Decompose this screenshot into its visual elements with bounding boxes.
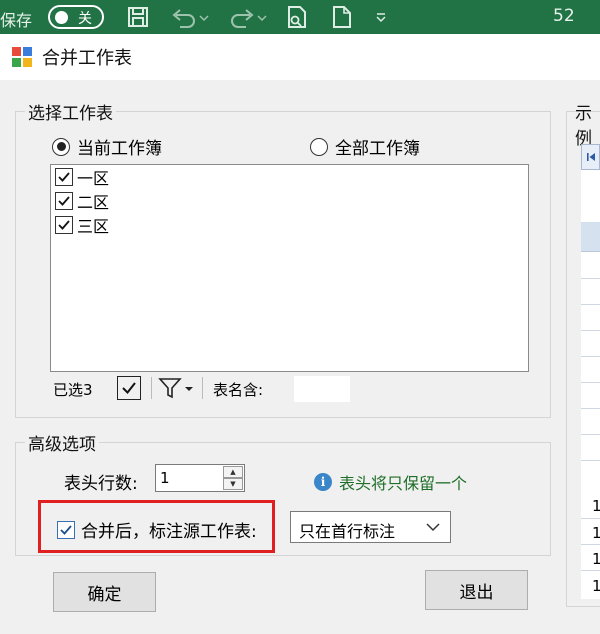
grid-line [581,304,600,305]
sheet-item-3[interactable]: 三区 [55,213,109,237]
radio-current-workbook[interactable]: 当前工作簿 [52,134,162,159]
checkbox-checked[interactable] [55,216,73,234]
filter-icon[interactable] [158,376,198,400]
header-info-note: i 表头将只保留一个 [314,470,467,494]
info-text: 表头将只保留一个 [339,474,468,493]
checkbox-checked[interactable] [55,192,73,210]
app-icon [12,47,32,67]
redo-icon[interactable] [226,4,270,30]
list-toolbar: 已选3 表名含: [50,374,529,404]
toggle-knob [55,11,68,24]
select-all-checkbox-icon[interactable] [117,376,141,400]
grid-line [581,434,600,435]
checkbox-checked[interactable] [57,520,75,539]
sheet-list[interactable]: 一区 二区 三区 [50,164,529,372]
mark-source-checkbox[interactable]: 合并后，标注源工作表: [57,517,257,542]
header-rows-stepper[interactable]: 1 ▲ ▼ [155,464,245,492]
ok-button[interactable]: 确定 [53,572,156,612]
grid-line [581,330,600,331]
name-filter-label: 表名含: [213,381,264,399]
spin-down-icon[interactable]: ▼ [223,478,243,490]
new-file-icon[interactable] [330,4,354,30]
radio-current-label: 当前工作簿 [77,139,162,159]
header-rows-value[interactable]: 1 [160,469,170,487]
dialog-title-bar: 合并工作表 [0,34,600,80]
autosave-label: 保存 [0,11,33,30]
radio-unselected-indicator [310,137,328,156]
sheet-item-1[interactable]: 一区 [55,165,109,189]
mark-mode-value: 只在首行标注 [299,522,396,541]
grid-line [581,544,600,545]
grid-cell: 1 [592,524,600,542]
grid-cell: 1 [592,550,600,568]
grid-header-row [581,222,600,252]
sheet-count: 52 [553,6,575,26]
customize-toolbar-icon[interactable] [371,4,391,30]
header-rows-label: 表头行数: [64,474,138,494]
info-icon: i [314,473,332,491]
divider [151,377,152,399]
grid-line [581,570,600,571]
mark-source-label: 合并后，标注源工作表: [81,522,257,542]
autosave-state: 关 [78,11,92,27]
sheet-label: 三区 [77,217,110,236]
dialog-title: 合并工作表 [42,48,132,69]
radio-all-workbooks[interactable]: 全部工作簿 [310,134,420,159]
excel-title-bar: 保存 关 52 [0,0,600,34]
name-filter-input[interactable] [294,376,350,402]
checkbox-checked[interactable] [55,168,73,186]
print-preview-icon[interactable] [284,4,310,30]
sheet-label: 二区 [77,193,110,212]
preview-legend: 示例 [575,104,592,149]
mark-mode-select[interactable]: 只在首行标注 [290,511,451,543]
select-sheets-legend: 选择工作表 [25,99,116,124]
sheet-item-2[interactable]: 二区 [55,189,109,213]
radio-all-label: 全部工作簿 [335,139,420,159]
save-icon[interactable] [124,4,152,30]
sheet-label: 一区 [77,169,110,188]
advanced-options-legend: 高级选项 [25,430,99,455]
autosave-toggle[interactable]: 关 [48,5,104,29]
undo-icon[interactable] [168,4,212,30]
grid-line [581,278,600,279]
grid-line [581,356,600,357]
exit-button[interactable]: 退出 [425,570,528,610]
chevron-down-icon [426,523,440,532]
grid-cell: 1 [592,577,600,595]
radio-selected-indicator [52,137,70,156]
first-page-icon[interactable] [581,144,600,170]
divider [202,377,203,399]
grid-cell: 1 [592,497,600,515]
grid-line [581,518,600,519]
selected-count: 已选3 [53,381,93,399]
grid-line [581,460,600,461]
spin-up-icon[interactable]: ▲ [223,466,243,478]
grid-line [581,382,600,383]
grid-line [581,408,600,409]
